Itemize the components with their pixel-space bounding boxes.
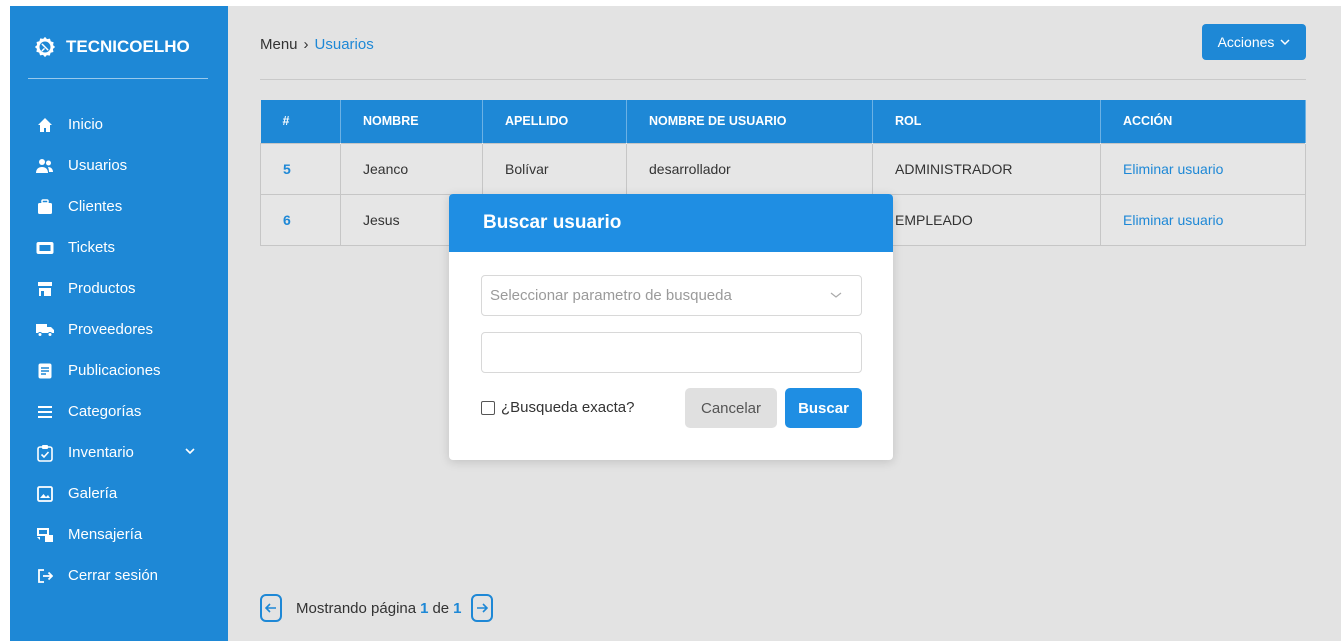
sidebar-item-label: Usuarios (68, 157, 128, 174)
column-header[interactable]: NOMBRE DE USUARIO (626, 100, 873, 143)
sidebar-item-galeria[interactable]: Galería (10, 473, 228, 514)
sidebar-item-usuarios[interactable]: Usuarios (10, 145, 228, 186)
sidebar-item-label: Categorías (68, 403, 142, 420)
sidebar-item-label: Inicio (68, 116, 104, 133)
search-parameter-select[interactable]: Seleccionar parametro de busqueda (481, 275, 862, 316)
sidebar-item-label: Cerrar sesión (68, 567, 159, 584)
sidebar-item-cerrar-sesion[interactable]: Cerrar sesión (10, 555, 228, 596)
delete-user-link[interactable]: Eliminar usuario (1100, 193, 1306, 246)
next-page-button[interactable] (471, 594, 494, 622)
sidebar-divider (28, 78, 208, 79)
cell-apellido: Bolívar (482, 142, 627, 195)
actions-dropdown-button[interactable]: Acciones (1202, 24, 1306, 60)
sidebar-item-label: Mensajería (68, 526, 143, 543)
brand[interactable]: TECNICOELHO (34, 36, 190, 58)
sidebar-item-proveedores[interactable]: Proveedores (10, 309, 228, 350)
pagination: Mostrando página 1 de 1 (260, 594, 494, 622)
breadcrumb-current: Usuarios (314, 36, 374, 53)
cell-nombre: Jeanco (340, 142, 483, 195)
cancel-button[interactable]: Cancelar (685, 388, 777, 428)
image-icon (36, 485, 54, 503)
delete-user-link[interactable]: Eliminar usuario (1100, 142, 1306, 195)
exact-search-checkbox[interactable] (481, 400, 495, 415)
cell-id: 6 (260, 193, 341, 246)
search-input[interactable] (481, 332, 862, 373)
sidebar-item-label: Proveedores (68, 321, 154, 338)
document-icon (36, 362, 54, 380)
breadcrumb-separator: › (303, 36, 309, 53)
users-icon (36, 157, 54, 175)
sidebar: TECNICOELHO Inicio Usuarios Clientes Tic… (10, 6, 228, 641)
search-user-modal: Buscar usuario Seleccionar parametro de … (449, 194, 893, 460)
cell-usuario: desarrollador (626, 142, 873, 195)
modal-title: Buscar usuario (449, 194, 893, 252)
sidebar-item-label: Inventario (68, 444, 134, 461)
pagination-text: Mostrando página 1 de 1 (296, 600, 461, 617)
select-placeholder: Seleccionar parametro de busqueda (490, 287, 732, 304)
store-icon (36, 280, 54, 298)
arrow-right-icon (477, 603, 489, 613)
sidebar-item-label: Productos (68, 280, 136, 297)
sidebar-item-label: Galería (68, 485, 118, 502)
prev-page-button[interactable] (260, 594, 282, 622)
briefcase-icon (36, 198, 54, 216)
sidebar-item-inventario[interactable]: Inventario (10, 432, 228, 473)
message-icon (36, 526, 54, 544)
sidebar-item-label: Tickets (68, 239, 115, 256)
chevron-down-icon (830, 292, 842, 298)
sidebar-nav: Inicio Usuarios Clientes Tickets Product… (10, 104, 228, 596)
breadcrumb-root[interactable]: Menu (260, 36, 298, 53)
cell-id: 5 (260, 142, 341, 195)
column-header[interactable]: APELLIDO (482, 100, 627, 143)
exact-search-option[interactable]: ¿Busqueda exacta? (481, 399, 634, 416)
sidebar-item-tickets[interactable]: Tickets (10, 227, 228, 268)
breadcrumb: Menu › Usuarios (260, 36, 374, 53)
sidebar-item-label: Clientes (68, 198, 123, 215)
sidebar-item-label: Publicaciones (68, 362, 161, 379)
column-header[interactable]: ROL (872, 100, 1101, 143)
sidebar-item-categorias[interactable]: Categorías (10, 391, 228, 432)
sidebar-item-clientes[interactable]: Clientes (10, 186, 228, 227)
pagination-of: de (432, 599, 450, 617)
chevron-down-icon (1280, 39, 1290, 46)
sidebar-item-productos[interactable]: Productos (10, 268, 228, 309)
chevron-down-icon (185, 448, 195, 455)
column-header[interactable]: NOMBRE (340, 100, 483, 143)
header-divider (260, 79, 1306, 80)
cell-rol: EMPLEADO (872, 193, 1101, 246)
column-header[interactable]: # (260, 100, 341, 143)
arrow-left-icon (265, 603, 276, 613)
ticket-icon (36, 239, 54, 257)
column-header[interactable]: ACCIÓN (1100, 100, 1306, 143)
pagination-current: 1 (420, 599, 429, 617)
sidebar-item-inicio[interactable]: Inicio (10, 104, 228, 145)
table-row: 5 Jeanco Bolívar desarrollador ADMINISTR… (260, 142, 1306, 195)
gear-logo-icon (34, 36, 56, 58)
brand-name: TECNICOELHO (66, 37, 190, 56)
clipboard-check-icon (36, 444, 54, 462)
sidebar-item-publicaciones[interactable]: Publicaciones (10, 350, 228, 391)
sidebar-item-mensajeria[interactable]: Mensajería (10, 514, 228, 555)
exact-search-label: ¿Busqueda exacta? (501, 399, 635, 416)
cell-rol: ADMINISTRADOR (872, 142, 1101, 195)
table-header-row: # NOMBRE APELLIDO NOMBRE DE USUARIO ROL … (260, 100, 1306, 143)
truck-icon (36, 321, 54, 339)
pagination-prefix: Mostrando página (296, 599, 417, 617)
list-icon (36, 403, 54, 421)
pagination-total: 1 (453, 599, 462, 617)
home-icon (36, 116, 54, 134)
logout-icon (36, 567, 54, 585)
search-button[interactable]: Buscar (785, 388, 862, 428)
actions-label: Acciones (1217, 34, 1275, 50)
